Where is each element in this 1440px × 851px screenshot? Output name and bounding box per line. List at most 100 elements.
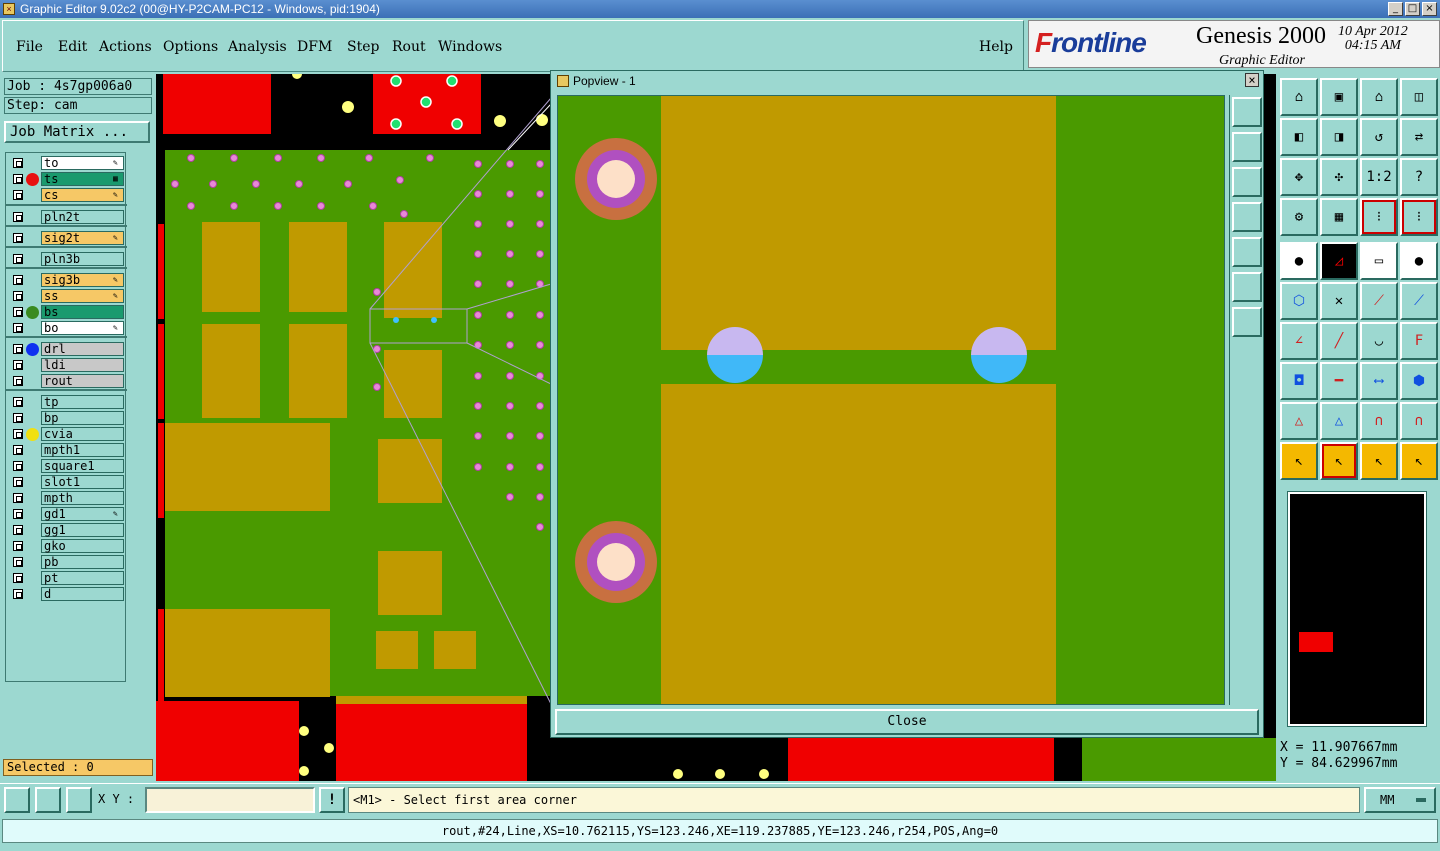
- layer-checkbox[interactable]: [13, 158, 23, 168]
- layer-name[interactable]: sig2t ✎: [41, 231, 124, 245]
- layer-row[interactable]: pt: [8, 571, 126, 585]
- pad-group-icon[interactable]: ⬢: [1400, 362, 1438, 400]
- layer-row[interactable]: ss ✎: [8, 289, 126, 303]
- layer-checkbox[interactable]: [13, 477, 23, 487]
- xy-input[interactable]: [145, 787, 315, 813]
- maximize-button[interactable]: □: [1405, 2, 1420, 16]
- layer-row[interactable]: pln2t: [8, 210, 126, 224]
- line-icon[interactable]: ╱: [1320, 322, 1358, 360]
- layer-row[interactable]: square1: [8, 459, 126, 473]
- ratio-icon[interactable]: 1:2: [1360, 158, 1398, 196]
- popview-screen-icon[interactable]: [1232, 167, 1262, 197]
- measure-icon[interactable]: ⟷: [1360, 362, 1398, 400]
- help-icon[interactable]: ?: [1400, 158, 1438, 196]
- layer-row[interactable]: gd1 ✎: [8, 507, 126, 521]
- layer-checkbox[interactable]: [13, 461, 23, 471]
- zoom-home-icon[interactable]: ⌂: [1280, 78, 1318, 116]
- layer-name[interactable]: drl: [41, 342, 124, 356]
- layer-checkbox[interactable]: [13, 323, 23, 333]
- layer-name[interactable]: pt: [41, 571, 124, 585]
- layer-name[interactable]: mpth: [41, 491, 124, 505]
- layer-row[interactable]: sig2t ✎: [8, 231, 126, 245]
- layer-checkbox[interactable]: [13, 445, 23, 455]
- pad-icon[interactable]: ◘: [1280, 362, 1318, 400]
- settings-icon[interactable]: ⚙: [1280, 198, 1318, 236]
- layer-name[interactable]: sig3b ✎: [41, 273, 124, 287]
- window-split-icon[interactable]: ◫: [1400, 78, 1438, 116]
- pad-add-icon[interactable]: ●: [1280, 242, 1318, 280]
- popview-canvas[interactable]: [557, 95, 1225, 705]
- layer-row[interactable]: d: [8, 587, 126, 601]
- job-matrix-button[interactable]: Job Matrix ...: [4, 121, 150, 143]
- layer-checkbox[interactable]: [13, 557, 23, 567]
- layer-row[interactable]: sig3b ✎: [8, 273, 126, 287]
- angle-icon[interactable]: ∠: [1280, 322, 1318, 360]
- redraw-icon[interactable]: ↺: [1360, 118, 1398, 156]
- layer-checkbox[interactable]: [13, 307, 23, 317]
- layer-checkbox[interactable]: [13, 376, 23, 386]
- layer-name[interactable]: bs: [41, 305, 124, 319]
- layer-name[interactable]: mpth1: [41, 443, 124, 457]
- layer-name[interactable]: pln2t: [41, 210, 124, 224]
- layer-checkbox[interactable]: [13, 525, 23, 535]
- delete-icon[interactable]: ✕: [1320, 282, 1358, 320]
- menu-dfm[interactable]: DFM: [297, 39, 332, 55]
- layer-name[interactable]: to ✎: [41, 156, 124, 170]
- layer-row[interactable]: cs ✎: [8, 188, 126, 202]
- menu-file[interactable]: File: [16, 39, 43, 55]
- select-icon[interactable]: ↖: [1280, 442, 1318, 480]
- layer-row[interactable]: drl: [8, 342, 126, 356]
- menu-options[interactable]: Options: [163, 39, 218, 55]
- layer-row[interactable]: gko: [8, 539, 126, 553]
- arch-icon[interactable]: ∩: [1360, 402, 1398, 440]
- layer-checkbox[interactable]: [13, 174, 23, 184]
- bang-button[interactable]: !: [319, 787, 345, 813]
- move-icon[interactable]: ⬡: [1280, 282, 1318, 320]
- layer-name[interactable]: ldi: [41, 358, 124, 372]
- swap-icon[interactable]: ⇄: [1400, 118, 1438, 156]
- layer-checkbox[interactable]: [13, 541, 23, 551]
- popview-pan-right-icon[interactable]: [1232, 237, 1262, 267]
- text-icon[interactable]: F: [1400, 322, 1438, 360]
- house-icon[interactable]: ⌂: [1360, 78, 1398, 116]
- menu-rout[interactable]: Rout: [392, 39, 426, 55]
- layer-row[interactable]: pb: [8, 555, 126, 569]
- layer-name[interactable]: cs ✎: [41, 188, 124, 202]
- layer-checkbox[interactable]: [13, 190, 23, 200]
- layer-row[interactable]: bo ✎: [8, 321, 126, 335]
- layer-row[interactable]: bs: [8, 305, 126, 319]
- layer-name[interactable]: ts ▦: [41, 172, 124, 186]
- popview-close-icon[interactable]: ×: [1245, 73, 1259, 87]
- minimize-button[interactable]: _: [1388, 2, 1403, 16]
- popview-center-icon[interactable]: [1232, 307, 1262, 337]
- layer-checkbox[interactable]: [13, 589, 23, 599]
- layer-row[interactable]: tp: [8, 395, 126, 409]
- popview-pan-left-icon[interactable]: [1232, 202, 1262, 232]
- layer-checkbox[interactable]: [13, 509, 23, 519]
- stretch-icon[interactable]: ⟋: [1400, 282, 1438, 320]
- layer-checkbox[interactable]: [13, 413, 23, 423]
- popview-fit-icon[interactable]: [1232, 272, 1262, 302]
- bar-icon[interactable]: ━: [1320, 362, 1358, 400]
- layer-checkbox[interactable]: [13, 429, 23, 439]
- layer-checkbox[interactable]: [13, 233, 23, 243]
- layer-row[interactable]: gg1: [8, 523, 126, 537]
- layer-row[interactable]: ldi: [8, 358, 126, 372]
- layer-row[interactable]: mpth1: [8, 443, 126, 457]
- grid-icon[interactable]: ▦: [1320, 198, 1358, 236]
- layer-checkbox[interactable]: [13, 573, 23, 583]
- layer-row[interactable]: ts ▦: [8, 172, 126, 186]
- menu-edit[interactable]: Edit: [58, 39, 87, 55]
- pan-left-icon[interactable]: ◧: [1280, 118, 1318, 156]
- layer-checkbox[interactable]: [13, 275, 23, 285]
- angle-mode-icon[interactable]: [35, 787, 61, 813]
- center-icon[interactable]: ✣: [1320, 158, 1358, 196]
- layer-checkbox[interactable]: [13, 360, 23, 370]
- connect-icon[interactable]: ⁝: [1400, 198, 1438, 236]
- layer-name[interactable]: gd1 ✎: [41, 507, 124, 521]
- select-net-icon[interactable]: ↖: [1360, 442, 1398, 480]
- grid-mode-icon[interactable]: [66, 787, 92, 813]
- layer-name[interactable]: bp: [41, 411, 124, 425]
- layer-name[interactable]: gg1: [41, 523, 124, 537]
- menu-analysis[interactable]: Analysis: [228, 39, 287, 55]
